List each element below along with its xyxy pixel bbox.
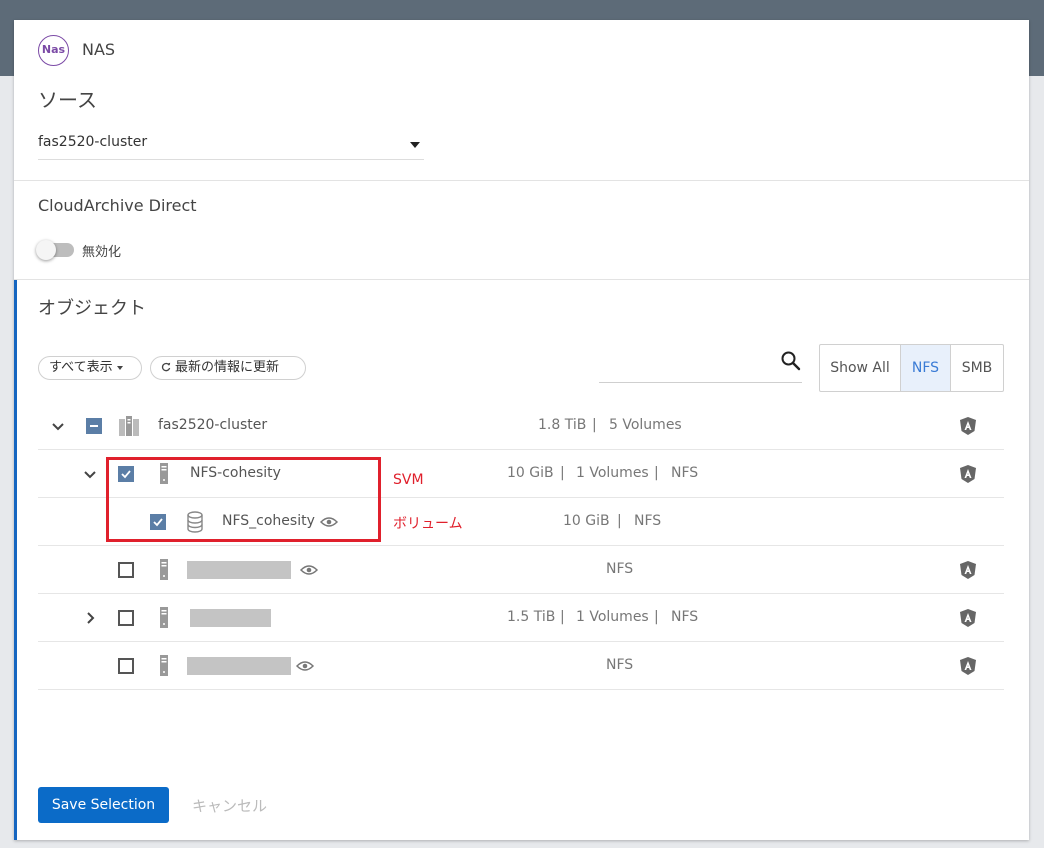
row-checkbox[interactable] xyxy=(118,562,134,578)
source-label: ソース xyxy=(38,88,97,112)
toggle-knob xyxy=(36,240,56,260)
separator: | xyxy=(560,609,565,625)
refresh-button[interactable]: 最新の情報に更新 xyxy=(150,356,306,380)
page-title: NAS xyxy=(82,40,116,59)
annotation-highlight-box xyxy=(106,457,381,542)
tree-row-root: fas2520-cluster 1.8 TiB | 5 Volumes xyxy=(38,402,1004,450)
objects-title: オブジェクト xyxy=(38,298,146,319)
separator: | xyxy=(560,465,565,481)
separator: | xyxy=(617,513,622,529)
svm-size: 10 GiB xyxy=(507,465,554,481)
server-icon xyxy=(160,607,168,628)
shield-icon xyxy=(960,657,976,675)
source-select[interactable]: fas2520-cluster xyxy=(38,130,424,160)
redacted-name xyxy=(187,657,291,675)
annotation-svm: SVM xyxy=(393,472,424,488)
redacted-name xyxy=(190,609,271,627)
search-icon[interactable] xyxy=(780,350,802,372)
segment-show-all[interactable]: Show All xyxy=(820,345,901,391)
chevron-down-icon[interactable] xyxy=(82,466,98,482)
row-protocol: NFS xyxy=(606,657,634,673)
root-size: 1.8 TiB xyxy=(538,417,587,433)
shield-icon xyxy=(960,465,976,483)
row-volumes: 1 Volumes xyxy=(576,609,649,625)
tree-row-svm-redacted: NFS xyxy=(38,642,1004,690)
row-size: 1.5 TiB xyxy=(507,609,556,625)
protocol-segmented-control: Show All NFS SMB xyxy=(819,344,1004,392)
row-checkbox[interactable] xyxy=(118,610,134,626)
show-filter-dropdown[interactable]: すべて表示 xyxy=(38,356,142,380)
caret-down-icon xyxy=(410,142,420,148)
separator: | xyxy=(592,417,597,433)
row-protocol: NFS xyxy=(671,609,699,625)
cancel-button[interactable]: キャンセル xyxy=(192,795,267,816)
section-accent-bar xyxy=(14,280,17,840)
svm-protocol: NFS xyxy=(671,465,699,481)
cluster-icon xyxy=(119,416,139,436)
cloudarchive-toggle[interactable] xyxy=(36,240,74,260)
divider xyxy=(14,180,1029,181)
eye-icon[interactable] xyxy=(296,660,314,672)
tree-row-svm-collapsed: 1.5 TiB | 1 Volumes | NFS xyxy=(38,594,1004,642)
server-icon xyxy=(160,559,168,580)
cloudarchive-title: CloudArchive Direct xyxy=(38,196,197,215)
caret-down-icon xyxy=(116,365,123,370)
shield-icon xyxy=(960,417,976,435)
segment-nfs[interactable]: NFS xyxy=(901,345,951,391)
root-name: fas2520-cluster xyxy=(158,417,268,433)
volume-protocol: NFS xyxy=(634,513,662,529)
save-selection-button[interactable]: Save Selection xyxy=(38,787,169,823)
eye-icon[interactable] xyxy=(300,564,318,576)
svm-volumes: 1 Volumes xyxy=(576,465,649,481)
shield-icon xyxy=(960,561,976,579)
row-protocol: NFS xyxy=(606,561,634,577)
segment-smb[interactable]: SMB xyxy=(951,345,1003,391)
tree-row-svm-redacted: NFS xyxy=(38,546,1004,594)
separator: | xyxy=(654,465,659,481)
refresh-label: 最新の情報に更新 xyxy=(175,360,280,375)
search-input[interactable] xyxy=(599,382,802,383)
nas-source-panel: Nas NAS ソース fas2520-cluster CloudArchive… xyxy=(14,20,1029,840)
show-filter-label: すべて表示 xyxy=(49,360,113,375)
shield-icon xyxy=(960,609,976,627)
volume-size: 10 GiB xyxy=(563,513,610,529)
row-checkbox[interactable] xyxy=(118,658,134,674)
chevron-right-icon[interactable] xyxy=(82,610,98,626)
root-checkbox[interactable] xyxy=(86,418,102,434)
refresh-icon xyxy=(161,362,171,372)
source-select-value: fas2520-cluster xyxy=(38,134,148,150)
annotation-volume: ボリューム xyxy=(393,516,463,532)
root-volumes: 5 Volumes xyxy=(609,417,682,433)
redacted-name xyxy=(187,561,291,579)
nas-badge-icon: Nas xyxy=(38,35,69,66)
chevron-down-icon[interactable] xyxy=(50,418,66,434)
server-icon xyxy=(160,655,168,676)
toggle-label: 無効化 xyxy=(82,245,122,260)
divider xyxy=(14,279,1029,280)
separator: | xyxy=(654,609,659,625)
